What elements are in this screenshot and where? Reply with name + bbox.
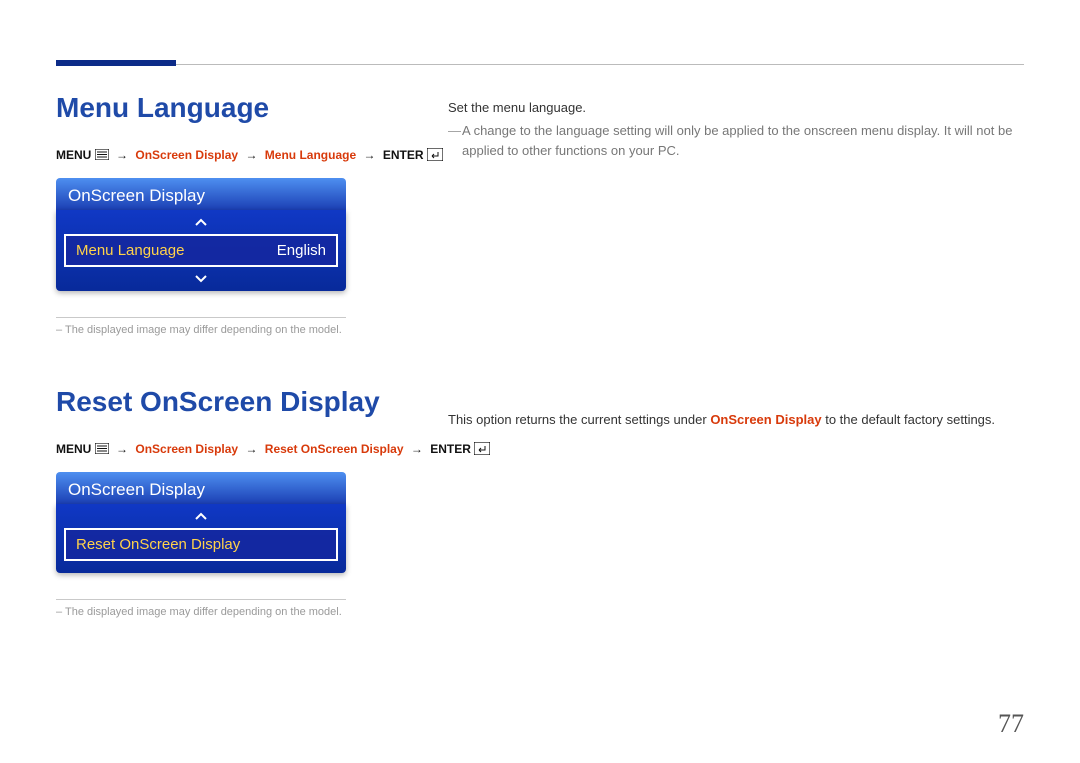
enter-icon — [427, 148, 443, 164]
section2-description: This option returns the current settings… — [448, 412, 995, 433]
osd-header: OnScreen Display — [56, 178, 346, 210]
divider — [56, 317, 346, 318]
chevron-up-icon — [194, 506, 208, 528]
osd-item-reset-osd[interactable]: Reset OnScreen Display — [64, 528, 338, 561]
path-part: Menu Language — [265, 148, 356, 162]
footnote: The displayed image may differ depending… — [56, 324, 346, 336]
arrow-icon: → — [359, 148, 379, 162]
left-column: Menu Language MENU → OnScreen Display → … — [56, 92, 386, 618]
osd-item-label: Menu Language — [76, 242, 184, 259]
emphasis: OnScreen Display — [710, 412, 821, 427]
description-line: This option returns the current settings… — [448, 412, 995, 427]
arrow-icon: → — [112, 148, 132, 162]
section-title: Menu Language — [56, 92, 386, 124]
path-menu-label: MENU — [56, 148, 91, 162]
arrow-icon: → — [407, 442, 427, 456]
section-reset-osd: Reset OnScreen Display MENU → OnScreen D… — [56, 386, 386, 618]
osd-item-menu-language[interactable]: Menu Language English — [64, 234, 338, 267]
description-line: Set the menu language. — [448, 100, 1024, 115]
manual-page: Menu Language MENU → OnScreen Display → … — [0, 0, 1080, 763]
arrow-icon: → — [112, 442, 132, 456]
arrow-icon: → — [241, 148, 261, 162]
path-enter-label: ENTER — [430, 442, 471, 456]
page-number: 77 — [998, 709, 1024, 739]
osd-item-value: English — [277, 242, 326, 259]
nav-path: MENU → OnScreen Display → Menu Language … — [56, 148, 386, 164]
osd-body: Reset OnScreen Display — [56, 504, 346, 573]
footnote: The displayed image may differ depending… — [56, 606, 346, 618]
section-title: Reset OnScreen Display — [56, 386, 386, 418]
top-accent-bar — [56, 60, 176, 66]
text: to the default factory settings. — [822, 412, 995, 427]
menu-icon — [95, 443, 109, 457]
osd-nav-up[interactable] — [56, 506, 346, 528]
path-menu-label: MENU — [56, 442, 91, 456]
path-part: OnScreen Display — [135, 442, 238, 456]
section-menu-language: Menu Language MENU → OnScreen Display → … — [56, 92, 386, 336]
osd-nav-down[interactable] — [56, 267, 346, 289]
path-part: OnScreen Display — [135, 148, 238, 162]
chevron-up-icon — [194, 212, 208, 234]
section1-description: Set the menu language. A change to the l… — [448, 100, 1024, 160]
chevron-down-icon — [194, 267, 208, 289]
description-note: A change to the language setting will on… — [448, 121, 1024, 160]
osd-menu-screenshot: OnScreen Display Reset OnScreen Display — [56, 472, 346, 573]
menu-icon — [95, 149, 109, 163]
divider — [56, 599, 346, 600]
path-part: Reset OnScreen Display — [265, 442, 404, 456]
osd-header: OnScreen Display — [56, 472, 346, 504]
text: This option returns the current settings… — [448, 412, 710, 427]
enter-icon — [474, 442, 490, 458]
right-column: Set the menu language. A change to the l… — [448, 100, 1024, 160]
arrow-icon: → — [241, 442, 261, 456]
path-enter-label: ENTER — [383, 148, 424, 162]
top-rule — [56, 64, 1024, 65]
osd-item-label: Reset OnScreen Display — [76, 536, 240, 553]
osd-nav-up[interactable] — [56, 212, 346, 234]
spacer — [56, 561, 346, 571]
nav-path: MENU → OnScreen Display → Reset OnScreen… — [56, 442, 386, 458]
osd-menu-screenshot: OnScreen Display Menu Language English — [56, 178, 346, 291]
osd-body: Menu Language English — [56, 210, 346, 291]
